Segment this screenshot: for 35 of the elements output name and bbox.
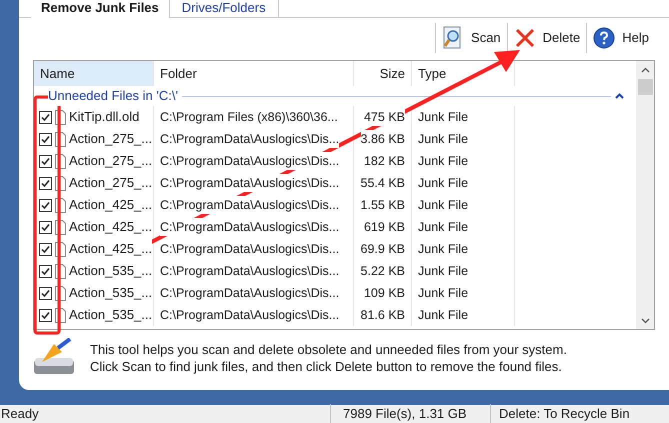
checkbox[interactable]: [39, 308, 52, 322]
checkbox[interactable]: [39, 110, 52, 124]
checkbox[interactable]: [39, 264, 52, 278]
scroll-down-icon[interactable]: [640, 318, 650, 324]
checkbox[interactable]: [39, 154, 52, 168]
status-text: 7989 File(s), 1.31 GB: [330, 404, 490, 423]
folder-path: C:\ProgramData\Auslogics\Dis...: [160, 218, 340, 236]
close-icon: [514, 27, 536, 49]
checkbox[interactable]: [39, 176, 52, 190]
file-name: Action_425_...: [69, 239, 152, 259]
column-header[interactable]: Name: [34, 61, 154, 86]
scroll-thumb[interactable]: [638, 79, 652, 95]
scan-button[interactable]: Scan: [440, 22, 503, 54]
checkbox[interactable]: [39, 242, 52, 256]
status-text: Ready: [0, 405, 40, 423]
description-text: This tool helps you scan and delete obsolete and unneeded files from your system.: [90, 341, 567, 358]
delete-button[interactable]: Delete: [512, 22, 582, 54]
checkbox[interactable]: [39, 132, 52, 146]
folder-path: C:\ProgramData\Auslogics\Dis...: [160, 196, 340, 214]
description-text: Click Scan to find junk files, and then click Delete button to remove the found files.: [90, 358, 563, 375]
tab[interactable]: Drives/Folders: [170, 0, 279, 17]
scroll-up-icon[interactable]: [640, 67, 650, 73]
status-text: Delete: To Recycle Bin: [490, 404, 669, 423]
scrollbar[interactable]: [636, 61, 654, 329]
checkbox[interactable]: [39, 220, 52, 234]
file-size: 475 KB: [364, 108, 405, 126]
help-icon: [593, 27, 616, 49]
folder-path: C:\ProgramData\Auslogics\Dis...: [160, 174, 340, 192]
help-button[interactable]: Help: [591, 22, 651, 54]
column-header[interactable]: Size: [354, 61, 412, 86]
tab[interactable]: Remove Junk Files: [31, 0, 170, 18]
checkbox[interactable]: [39, 286, 52, 300]
collapse-icon[interactable]: [615, 93, 624, 99]
folder-path: C:\ProgramData\Auslogics\Dis...: [160, 152, 340, 170]
checkbox[interactable]: [39, 198, 52, 212]
